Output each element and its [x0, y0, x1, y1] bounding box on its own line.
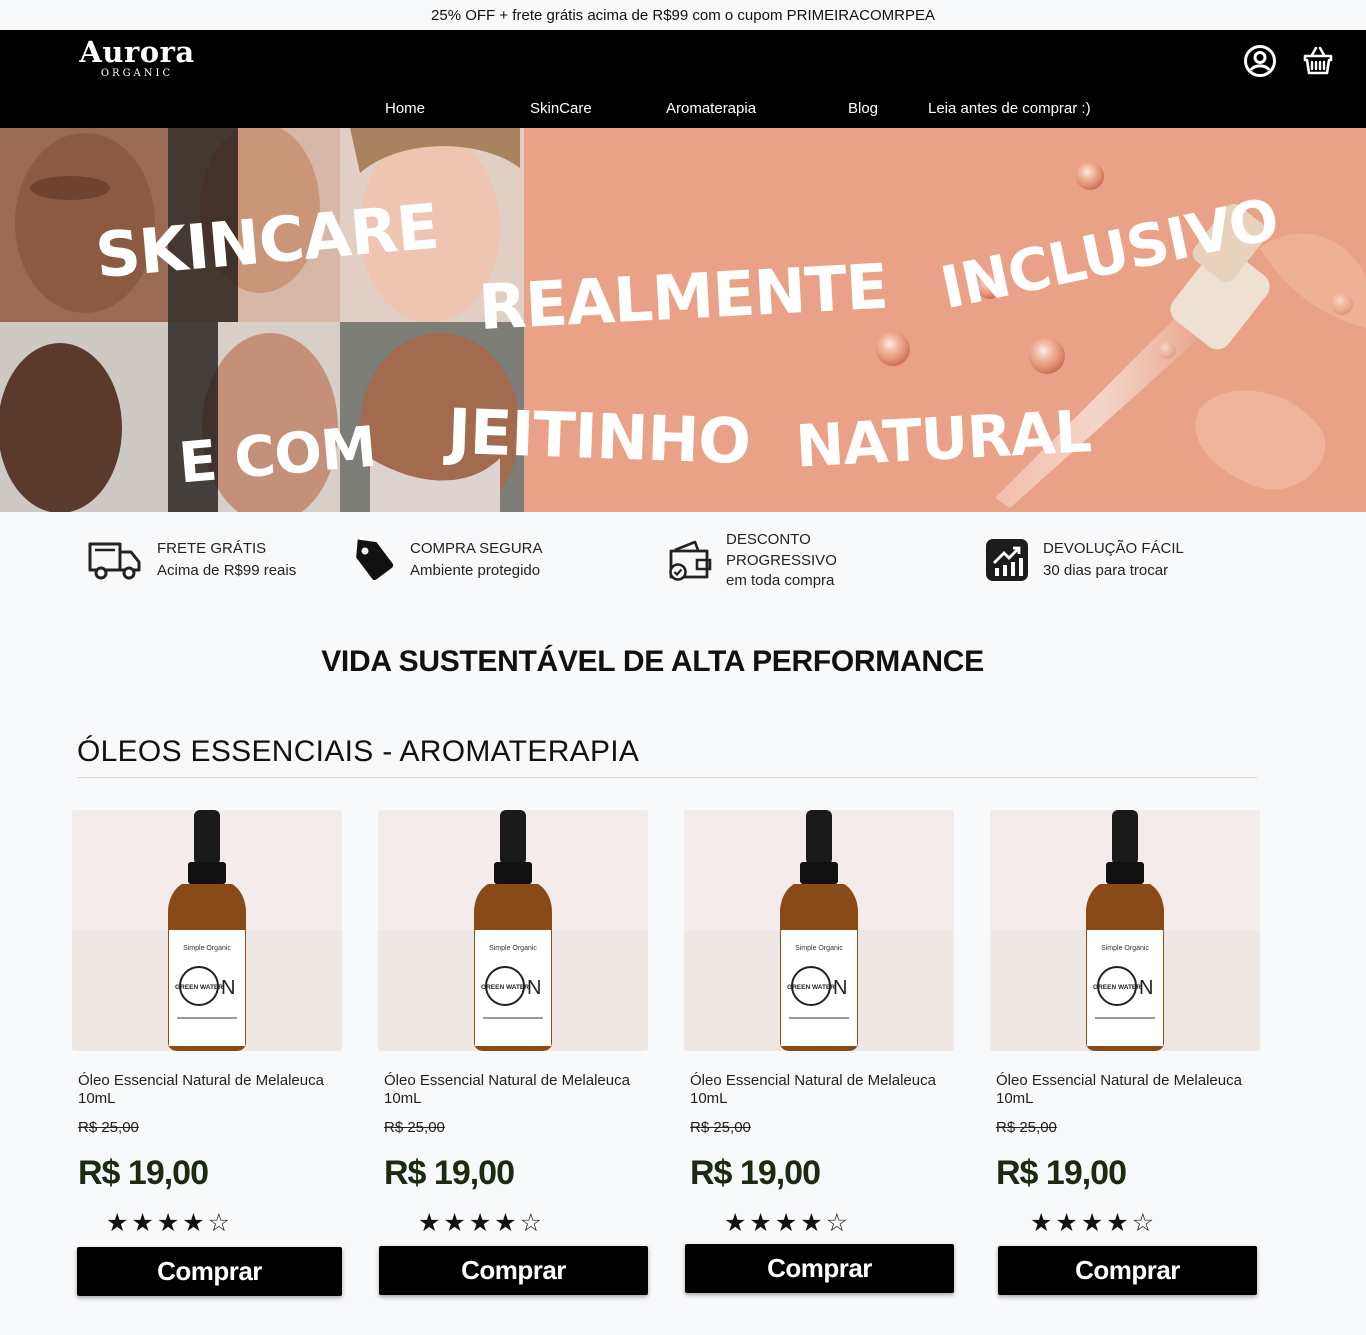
feature-desconto: DESCONTO PROGRESSIVO em toda compra	[667, 529, 837, 592]
product-card: Simple Organic GREEN WATER N Óleo Essenc…	[990, 810, 1262, 1310]
old-price: R$ 25,00	[996, 1119, 1057, 1136]
label-letter: N	[221, 977, 235, 999]
nav-skincare[interactable]: SkinCare	[530, 100, 592, 117]
old-price: R$ 25,00	[384, 1119, 445, 1136]
label-brand: Simple Organic	[795, 945, 843, 952]
label-letter: N	[1139, 977, 1153, 999]
price: R$ 19,00	[996, 1154, 1127, 1192]
nav-aromaterapia[interactable]: Aromaterapia	[666, 100, 756, 117]
oil-bottle-image: Simple Organic GREEN WATER N	[684, 810, 954, 1051]
price: R$ 19,00	[78, 1154, 209, 1192]
label-product: GREEN WATER	[1093, 984, 1141, 991]
product-name[interactable]: Óleo Essencial Natural de Melaleuca 10mL	[996, 1072, 1266, 1108]
label-letter: N	[527, 977, 541, 999]
label-product: GREEN WATER	[481, 984, 529, 991]
feature-devolucao: DEVOLUÇÃO FÁCIL 30 dias para trocar	[985, 538, 1184, 582]
nav-leia-antes[interactable]: Leia antes de comprar :)	[928, 100, 1091, 117]
feature-title: DESCONTO	[726, 531, 811, 548]
logo-subtitle: ORGANIC	[100, 68, 174, 79]
user-account-icon[interactable]	[1243, 44, 1277, 78]
tag-icon	[356, 539, 394, 581]
tagline: VIDA SUSTENTÁVEL DE ALTA PERFORMANCE	[321, 645, 984, 678]
feature-title: FRETE GRÁTIS	[157, 540, 267, 557]
feature-subtitle: 30 dias para trocar	[1043, 562, 1169, 579]
buy-button[interactable]: Comprar	[77, 1247, 342, 1296]
hero-banner[interactable]: SKINCARE REALMENTE INCLUSIVO E COM JEITI…	[0, 128, 1366, 512]
promo-bar: 25% OFF + frete grátis acima de R$99 com…	[0, 0, 1366, 30]
feature-frete: FRETE GRÁTIS Acima de R$99 reais	[87, 538, 296, 582]
label-brand: Simple Organic	[183, 945, 231, 952]
product-card: Simple Organic GREEN WATER N Óleo Essenc…	[378, 810, 650, 1310]
logo[interactable]: Aurora ORGANIC	[75, 35, 199, 80]
buy-button[interactable]: Comprar	[998, 1246, 1257, 1295]
product-card: Simple Organic GREEN WATER N Óleo Essenc…	[72, 810, 344, 1310]
wallet-check-icon	[669, 540, 712, 581]
buy-button[interactable]: Comprar	[685, 1244, 954, 1293]
star-rating: ★★★★☆	[106, 1208, 234, 1237]
hero-word-jeitinho: JEITINHO	[443, 395, 752, 479]
feature-subtitle: Acima de R$99 reais	[157, 562, 297, 579]
section-divider	[77, 777, 1257, 778]
product-name[interactable]: Óleo Essencial Natural de Melaleuca 10mL	[690, 1072, 960, 1108]
label-letter: N	[833, 977, 847, 999]
label-product: GREEN WATER	[175, 984, 223, 991]
product-name[interactable]: Óleo Essencial Natural de Melaleuca 10mL	[78, 1072, 348, 1108]
star-rating: ★★★★☆	[418, 1208, 546, 1237]
price: R$ 19,00	[384, 1154, 515, 1192]
old-price: R$ 25,00	[690, 1119, 751, 1136]
feature-strip: FRETE GRÁTIS Acima de R$99 reais COMPRA …	[0, 512, 1366, 622]
oil-bottle-image: Simple Organic GREEN WATER N	[990, 810, 1260, 1051]
star-rating: ★★★★☆	[724, 1208, 852, 1237]
feature-compra-segura: COMPRA SEGURA Ambiente protegido	[352, 538, 543, 582]
product-card: Simple Organic GREEN WATER N Óleo Essenc…	[684, 810, 956, 1310]
price: R$ 19,00	[690, 1154, 821, 1192]
product-image[interactable]: Simple Organic GREEN WATER N	[990, 810, 1260, 1051]
promo-text: 25% OFF + frete grátis acima de R$99 com…	[431, 7, 935, 24]
label-product: GREEN WATER	[787, 984, 835, 991]
site-header: Aurora ORGANIC Home SkinCare Aromaterapi…	[0, 30, 1366, 128]
oil-bottle-image: Simple Organic GREEN WATER N	[72, 810, 342, 1051]
oil-bottle-image: Simple Organic GREEN WATER N	[378, 810, 648, 1051]
hero-artwork: SKINCARE REALMENTE INCLUSIVO E COM JEITI…	[0, 128, 1366, 512]
label-brand: Simple Organic	[1101, 945, 1149, 952]
buy-button[interactable]: Comprar	[379, 1246, 648, 1295]
feature-subtitle: em toda compra	[726, 572, 835, 589]
product-name[interactable]: Óleo Essencial Natural de Melaleuca 10mL	[384, 1072, 654, 1108]
feature-title: DEVOLUÇÃO FÁCIL	[1043, 540, 1184, 557]
label-brand: Simple Organic	[489, 945, 537, 952]
nav-home[interactable]: Home	[385, 100, 425, 117]
chart-up-icon	[986, 539, 1028, 581]
section-title: ÓLEOS ESSENCIAIS - AROMATERAPIA	[77, 735, 640, 768]
product-image[interactable]: Simple Organic GREEN WATER N	[378, 810, 648, 1051]
feature-subtitle: PROGRESSIVO	[726, 552, 837, 569]
nav-blog[interactable]: Blog	[848, 100, 878, 117]
star-rating: ★★★★☆	[1030, 1208, 1158, 1237]
product-image[interactable]: Simple Organic GREEN WATER N	[684, 810, 954, 1051]
product-image[interactable]: Simple Organic GREEN WATER N	[72, 810, 342, 1051]
logo-wordmark: Aurora	[79, 35, 195, 69]
basket-icon[interactable]	[1301, 44, 1335, 78]
feature-title: COMPRA SEGURA	[410, 540, 543, 557]
feature-subtitle: Ambiente protegido	[410, 562, 541, 579]
truck-icon	[88, 542, 141, 580]
old-price: R$ 25,00	[78, 1119, 139, 1136]
